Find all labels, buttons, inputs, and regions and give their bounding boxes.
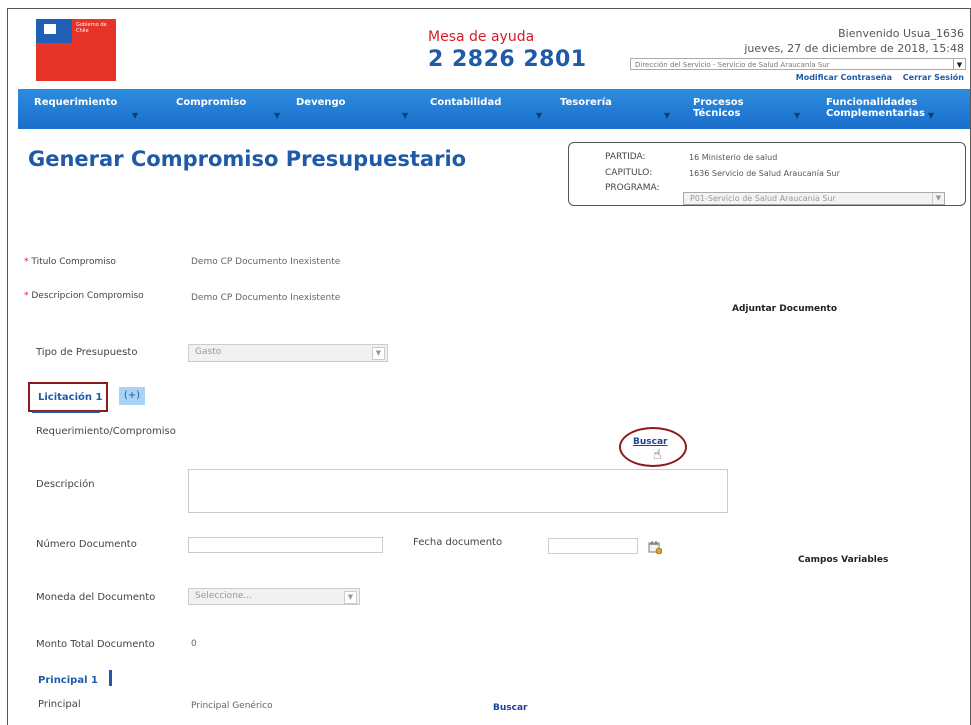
descripcion-doc-input[interactable] [188, 469, 728, 513]
hand-cursor-icon: ☝ [653, 447, 662, 463]
req-comp-label: Requerimiento/Compromiso [36, 426, 176, 437]
tipo-presupuesto-value: Gasto [195, 347, 222, 357]
welcome-text: Bienvenido Usua_1636 [838, 27, 964, 40]
programa-label: PROGRAMA: [605, 183, 660, 193]
chevron-down-icon[interactable]: ▼ [402, 111, 408, 120]
monto-total-value: 0 [191, 639, 197, 649]
help-desk-title: Mesa de ayuda [428, 29, 535, 45]
logo-text: Gobierno de Chile [76, 22, 107, 34]
tab-licitacion-1[interactable]: Licitación 1 [28, 382, 108, 412]
monto-total-label: Monto Total Documento [36, 639, 155, 650]
principal-value: Principal Genérico [191, 701, 273, 711]
descripcion-label: * Descripcion Compromiso [24, 291, 144, 301]
chevron-down-icon[interactable]: ▼ [932, 193, 944, 204]
fecha-documento-label: Fecha documento [413, 537, 503, 548]
nav-item-compromiso[interactable]: Compromiso [176, 97, 246, 108]
fecha-documento-input[interactable] [548, 538, 638, 554]
nav-item-tesoreria[interactable]: Tesorería [560, 97, 612, 108]
main-nav: Requerimiento ▼ Compromiso ▼ Devengo ▼ C… [18, 89, 970, 129]
current-date: jueves, 27 de diciembre de 2018, 15:48 [744, 42, 964, 55]
descripcion-doc-label: Descripción [36, 479, 95, 490]
help-desk-phone: 2 2826 2801 [428, 47, 587, 72]
calendar-icon[interactable] [648, 540, 662, 554]
capitulo-label: CAPITULO: [605, 168, 653, 178]
tab-licitacion-label: Licitación 1 [38, 392, 103, 403]
nav-item-requerimiento[interactable]: Requerimiento [34, 97, 117, 108]
nav-item-devengo[interactable]: Devengo [296, 97, 346, 108]
moneda-documento-label: Moneda del Documento [36, 592, 156, 603]
nav-item-funcionalidades[interactable]: Funcionalidades Complementarias [826, 97, 970, 119]
tab-indicator [109, 670, 112, 686]
chevron-down-icon[interactable]: ▼ [794, 111, 800, 120]
moneda-documento-value: Seleccione... [195, 591, 253, 601]
principal-label: Principal [38, 699, 81, 710]
chevron-down-icon[interactable]: ▼ [274, 111, 280, 120]
tipo-presupuesto-select[interactable]: Gasto ▼ [188, 344, 388, 362]
add-tab-button[interactable]: (+) [119, 387, 145, 405]
department-select[interactable]: Dirección del Servicio - Servicio de Sal… [630, 58, 966, 70]
department-select-value: Dirección del Servicio - Servicio de Sal… [635, 61, 830, 69]
gobierno-logo: Gobierno de Chile [36, 19, 116, 81]
chevron-down-icon[interactable]: ▼ [132, 111, 138, 120]
descripcion-input[interactable]: Demo CP Documento Inexistente [191, 293, 340, 303]
buscar-principal-link[interactable]: Buscar [493, 703, 527, 713]
capitulo-value: 1636 Servicio de Salud Araucanía Sur [689, 169, 840, 178]
titulo-label: * Titulo Compromiso [24, 257, 116, 267]
tipo-presupuesto-label: Tipo de Presupuesto [36, 347, 138, 358]
programa-select-value: P01-Servicio de Salud Araucania Sur [690, 194, 836, 203]
modify-password-link[interactable]: Modificar Contraseña [796, 73, 892, 82]
tab-principal-1[interactable]: Principal 1 [38, 675, 98, 686]
chevron-down-icon[interactable]: ▼ [664, 111, 670, 120]
chevron-down-icon[interactable]: ▼ [928, 111, 934, 120]
nav-item-procesos-tecnicos[interactable]: Procesos Técnicos [693, 97, 753, 119]
numero-documento-label: Número Documento [36, 539, 137, 550]
app-frame: Gobierno de Chile Mesa de ayuda 2 2826 2… [7, 8, 971, 725]
chevron-down-icon[interactable]: ▼ [344, 591, 357, 604]
chevron-down-icon[interactable]: ▼ [372, 347, 385, 360]
chevron-down-icon[interactable]: ▼ [953, 59, 965, 69]
buscar-link[interactable]: Buscar [633, 437, 667, 447]
titulo-input[interactable]: Demo CP Documento Inexistente [191, 257, 340, 267]
partida-value: 16 Ministerio de salud [689, 153, 778, 162]
page-title: Generar Compromiso Presupuestario [28, 147, 467, 171]
numero-documento-input[interactable] [188, 537, 383, 553]
logout-link[interactable]: Cerrar Sesión [903, 73, 964, 82]
adjuntar-documento-link[interactable]: Adjuntar Documento [732, 304, 837, 314]
chevron-down-icon[interactable]: ▼ [536, 111, 542, 120]
moneda-documento-select[interactable]: Seleccione... ▼ [188, 588, 360, 605]
budget-info-box: PARTIDA: 16 Ministerio de salud CAPITULO… [568, 142, 966, 206]
campos-variables-label: Campos Variables [798, 555, 889, 565]
user-links: Modificar Contraseña Cerrar Sesión [788, 73, 964, 82]
tab-underline [32, 411, 100, 413]
nav-item-contabilidad[interactable]: Contabilidad [430, 97, 501, 108]
programa-select[interactable]: P01-Servicio de Salud Araucania Sur ▼ [683, 192, 945, 205]
partida-label: PARTIDA: [605, 152, 646, 162]
